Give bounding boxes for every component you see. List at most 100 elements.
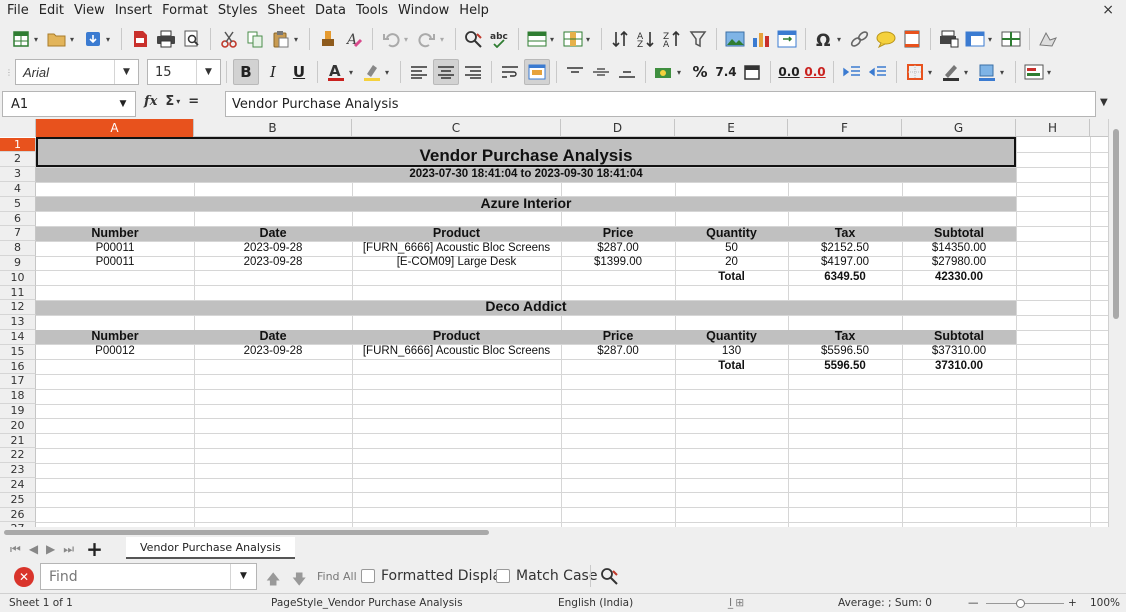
cell-price[interactable]: $287.00 (561, 344, 675, 358)
zoom-slider[interactable] (986, 603, 1064, 604)
font-name-dropdown-icon[interactable]: ▼ (114, 60, 138, 84)
next-sheet-icon[interactable]: ▶ (46, 542, 55, 556)
open-dropdown-icon[interactable]: ▾ (70, 35, 78, 44)
column-header-g[interactable]: G (902, 119, 1016, 137)
find-next-icon[interactable]: 🡇 (292, 569, 306, 593)
menu-tools[interactable]: Tools (351, 0, 393, 22)
bold-button[interactable]: B (233, 59, 259, 85)
add-sheet-button[interactable]: + (86, 537, 103, 561)
row-header-2[interactable]: 2 (0, 152, 36, 168)
column-icon[interactable] (561, 27, 585, 51)
close-find-bar-icon[interactable]: ✕ (14, 567, 34, 587)
sum-button[interactable]: Σ (165, 94, 174, 109)
row-header-26[interactable]: 26 (0, 507, 36, 523)
horizontal-scroll-thumb[interactable] (4, 530, 489, 535)
sort-ascending-icon[interactable]: AZ (634, 27, 658, 51)
row-header-24[interactable]: 24 (0, 478, 36, 493)
align-center-icon[interactable] (433, 59, 459, 85)
column-dropdown-icon[interactable]: ▾ (586, 35, 594, 44)
row-header-21[interactable]: 21 (0, 433, 36, 449)
background-color-icon[interactable] (975, 60, 999, 84)
row-header-3[interactable]: 3 (0, 167, 36, 182)
font-size-combo[interactable]: 15 ▼ (147, 59, 221, 85)
vertical-scrollbar[interactable] (1108, 119, 1126, 527)
cell-product[interactable]: [FURN_6666] Acoustic Bloc Screens (352, 241, 561, 255)
row-header-5[interactable]: 5 (0, 196, 36, 212)
cell-tax[interactable]: $5596.50 (788, 344, 902, 358)
conditional-format-icon[interactable] (1022, 60, 1046, 84)
insert-chart-icon[interactable] (749, 27, 773, 51)
export-pdf-icon[interactable] (128, 27, 152, 51)
find-all-button[interactable]: Find All (317, 570, 357, 583)
cell-tax[interactable]: $4197.00 (788, 255, 902, 269)
currency-format-icon[interactable] (652, 60, 676, 84)
row-header-13[interactable]: 13 (0, 315, 36, 330)
find-previous-icon[interactable]: 🡅 (266, 569, 280, 593)
cell-quantity[interactable]: 50 (675, 241, 788, 255)
background-color-dropdown-icon[interactable]: ▾ (1000, 68, 1008, 77)
paste-icon[interactable] (269, 27, 293, 51)
row-dropdown-icon[interactable]: ▾ (550, 35, 558, 44)
currency-dropdown-icon[interactable]: ▾ (677, 68, 685, 77)
total-tax[interactable]: 6349.50 (788, 270, 902, 284)
column-header-d[interactable]: D (561, 119, 675, 137)
column-header-e[interactable]: E (675, 119, 788, 137)
horizontal-scrollbar[interactable] (0, 527, 1108, 537)
border-style-dropdown-icon[interactable]: ▾ (964, 68, 972, 77)
conditional-format-dropdown-icon[interactable]: ▾ (1047, 68, 1055, 77)
menu-styles[interactable]: Styles (213, 0, 262, 22)
cell-price[interactable]: $287.00 (561, 241, 675, 255)
comment-icon[interactable] (874, 27, 898, 51)
define-print-area-icon[interactable] (937, 27, 961, 51)
clear-formatting-icon[interactable]: A (342, 27, 366, 51)
paste-dropdown-icon[interactable]: ▾ (294, 35, 302, 44)
row-header-1[interactable]: 1 (0, 137, 36, 153)
column-header-b[interactable]: B (194, 119, 352, 137)
save-dropdown-icon[interactable]: ▾ (106, 35, 114, 44)
row-header-23[interactable]: 23 (0, 463, 36, 478)
highlight-dropdown-icon[interactable]: ▾ (385, 68, 393, 77)
sort-descending-icon[interactable]: ZA (660, 27, 684, 51)
cell-date[interactable]: 2023-09-28 (194, 255, 352, 269)
cell-quantity[interactable]: 20 (675, 255, 788, 269)
cell-number[interactable]: P00011 (36, 241, 194, 255)
open-folder-icon[interactable] (45, 27, 69, 51)
page-style[interactable]: PageStyle_Vendor Purchase Analysis (271, 597, 463, 609)
row-header-4[interactable]: 4 (0, 182, 36, 197)
special-character-icon[interactable]: Ω (812, 27, 836, 51)
menu-file[interactable]: File (2, 0, 34, 22)
spelling-icon[interactable]: abc (488, 27, 512, 51)
menu-window[interactable]: Window (393, 0, 454, 22)
increase-indent-icon[interactable] (840, 60, 864, 84)
row-header-8[interactable]: 8 (0, 241, 36, 256)
align-bottom-icon[interactable] (615, 60, 639, 84)
menu-sheet[interactable]: Sheet (262, 0, 310, 22)
match-case-checkbox[interactable] (496, 569, 510, 583)
cell-number[interactable]: P00011 (36, 255, 194, 269)
column-header-f[interactable]: F (788, 119, 902, 137)
row-header-7[interactable]: 7 (0, 226, 36, 242)
row-header-20[interactable]: 20 (0, 418, 36, 434)
row-header-12[interactable]: 12 (0, 300, 36, 316)
insert-image-icon[interactable] (723, 27, 747, 51)
date-format-icon[interactable] (740, 60, 764, 84)
find-replace-icon[interactable] (462, 27, 486, 51)
autofilter-icon[interactable] (686, 27, 710, 51)
cell-subtotal[interactable]: $27980.00 (902, 255, 1016, 269)
clone-formatting-icon[interactable] (316, 27, 340, 51)
redo-icon[interactable] (415, 27, 439, 51)
undo-dropdown-icon[interactable]: ▾ (404, 35, 412, 44)
menu-edit[interactable]: Edit (34, 0, 69, 22)
find-replace-dialog-icon[interactable] (598, 564, 622, 588)
row-icon[interactable] (525, 27, 549, 51)
cell-price[interactable]: $1399.00 (561, 255, 675, 269)
select-all-corner[interactable] (0, 119, 36, 137)
row-header-22[interactable]: 22 (0, 448, 36, 464)
menu-view[interactable]: View (69, 0, 110, 22)
sheet-tab-vendor-purchase-analysis[interactable]: Vendor Purchase Analysis (126, 537, 295, 559)
align-right-icon[interactable] (461, 60, 485, 84)
first-sheet-icon[interactable]: ⏮ (10, 542, 21, 557)
hyperlink-icon[interactable] (848, 27, 872, 51)
language[interactable]: English (India) (558, 597, 633, 609)
name-box-dropdown-icon[interactable]: ▼ (111, 99, 135, 109)
